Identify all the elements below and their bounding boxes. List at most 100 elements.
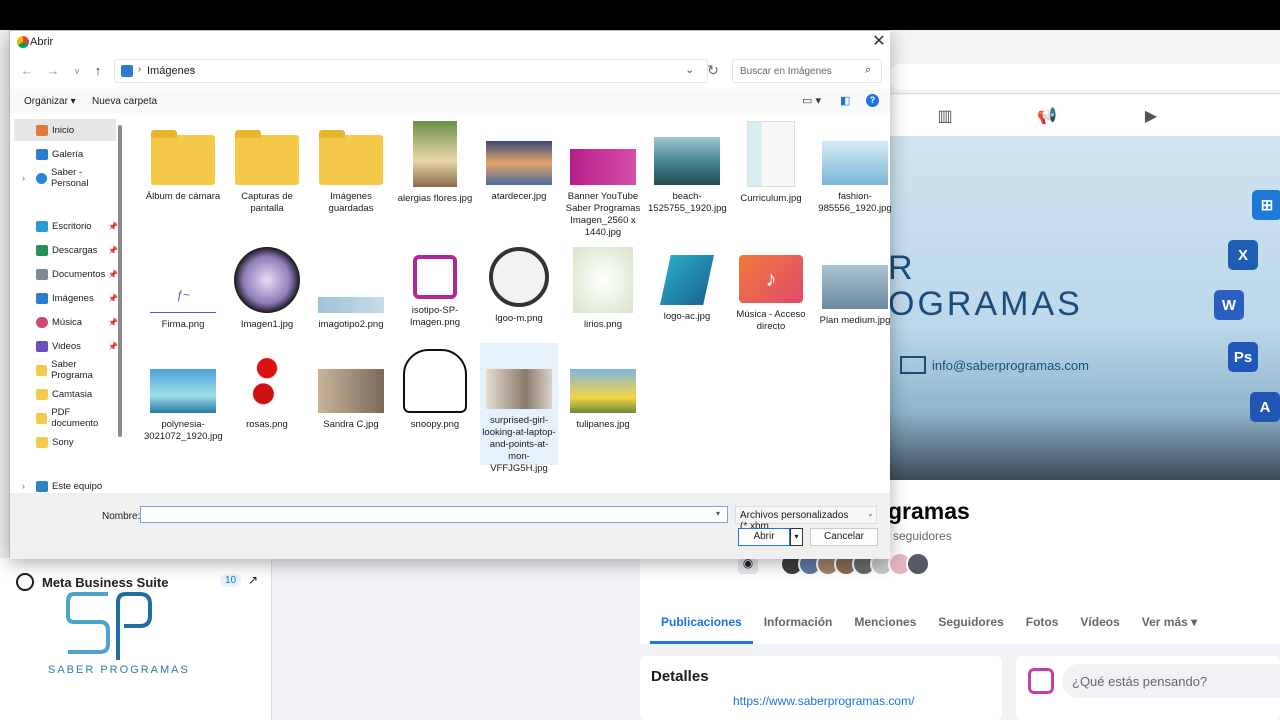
file-item[interactable]: Banner YouTube Saber Programas Imagen_25…	[564, 149, 642, 239]
facebook-top-nav: ▥ 📢 ▶	[888, 95, 1280, 137]
file-item[interactable]: logo-ac.jpg	[648, 255, 726, 323]
avatar[interactable]	[906, 552, 930, 576]
cover-line-2: OGRAMAS	[888, 285, 1083, 323]
sidebar-item-label: Videos	[52, 340, 81, 352]
tab-ver-mas[interactable]: Ver más ▾	[1131, 608, 1208, 644]
tab-videos[interactable]: Vídeos	[1069, 608, 1130, 644]
saber-programas-logo	[66, 592, 152, 660]
organize-menu[interactable]: Organizar ▾	[24, 96, 76, 107]
file-name: Álbum de cámara	[145, 191, 221, 202]
file-item[interactable]: Imágenes guardadas	[312, 125, 390, 215]
sidebar-scrollbar[interactable]	[118, 125, 122, 437]
file-item[interactable]: atardecer.jpg	[480, 141, 558, 203]
file-item[interactable]: isotipo-SP-Imagen.png	[396, 255, 474, 329]
file-item[interactable]: Curriculum.jpg	[732, 121, 810, 205]
file-item[interactable]: polynesia-3021072_1920.jpg	[144, 369, 223, 443]
file-item[interactable]: lgoo-m.png	[480, 247, 558, 325]
sidebar-item-documentos[interactable]: Documentos 📌	[14, 263, 118, 285]
recent-dropdown-icon[interactable]: ∨	[68, 62, 86, 80]
file-item[interactable]: tulipanes.jpg	[564, 369, 642, 431]
megaphone-icon[interactable]: 📢	[1036, 105, 1058, 127]
file-item[interactable]: Plan medium.jpg	[816, 265, 894, 327]
insights-icon[interactable]: ▥	[934, 105, 956, 127]
sidebar-item-saber-programa[interactable]: Saber Programa	[14, 359, 116, 381]
tab-seguidores[interactable]: Seguidores	[927, 608, 1014, 644]
website-link[interactable]: https://www.saberprogramas.com/	[733, 694, 914, 708]
organize-label: Organizar	[24, 96, 68, 107]
file-item[interactable]: beach-1525755_1920.jpg	[648, 137, 727, 215]
sidebar-item-onedrive[interactable]: › Saber - Personal	[14, 167, 116, 189]
search-box[interactable]: Buscar en Imágenes ⌕	[732, 59, 882, 83]
file-item[interactable]: imagotipo2.png	[312, 297, 390, 331]
search-placeholder: Buscar en Imágenes	[740, 66, 832, 77]
file-item[interactable]: alergias flores.jpg	[396, 121, 474, 205]
chevron-right-icon[interactable]: ›	[191, 64, 194, 75]
tab-informacion[interactable]: Información	[753, 608, 844, 644]
file-name-input[interactable]	[140, 506, 728, 523]
new-folder-button[interactable]: Nueva carpeta	[92, 96, 157, 107]
video-icon[interactable]: ▶	[1140, 105, 1162, 127]
details-title: Detalles	[651, 668, 709, 685]
page-followers[interactable]: seguidores	[893, 529, 952, 543]
signature-thumbnail: ƒ~	[150, 289, 216, 313]
tab-publicaciones[interactable]: Publicaciones	[650, 608, 753, 644]
address-bar[interactable]: › Imágenes › ⌄	[114, 59, 708, 83]
sidebar-item-pdf[interactable]: PDF documento	[14, 407, 116, 429]
file-item[interactable]: Sandra C.jpg	[312, 369, 390, 431]
search-icon[interactable]: ⌕	[865, 64, 871, 77]
chevron-right-icon[interactable]: ›	[22, 481, 25, 491]
sidebar-item-musica[interactable]: Música 📌	[14, 311, 118, 333]
sidebar-item-sony[interactable]: Sony	[14, 431, 116, 453]
file-item[interactable]: Álbum de cámara	[144, 125, 222, 203]
sidebar-item-imagenes[interactable]: Imágenes 📌	[14, 287, 118, 309]
composer-input[interactable]: ¿Qué estás pensando?	[1062, 664, 1280, 698]
word-icon-2: W	[1214, 290, 1244, 320]
forward-arrow-icon[interactable]: →	[44, 62, 62, 80]
back-arrow-icon[interactable]: ←	[18, 62, 36, 80]
up-arrow-icon[interactable]: ↑	[89, 62, 107, 80]
file-type-filter[interactable]: Archivos personalizados (*.xbm	[735, 506, 877, 532]
cover-brand-text: R OGRAMAS	[888, 250, 1083, 322]
sidebar-item-galeria[interactable]: Galería	[14, 143, 116, 165]
file-item[interactable]: snoopy.png	[396, 349, 474, 431]
folder-icon	[151, 130, 215, 185]
file-name: Imágenes guardadas	[328, 191, 374, 214]
file-item[interactable]: lirios.png	[564, 247, 642, 331]
sidebar-item-camtasia[interactable]: Camtasia	[14, 383, 116, 405]
file-item[interactable]: fashion-985556_1920.jpg	[816, 141, 894, 215]
chevron-down-icon[interactable]: ▾	[716, 509, 720, 518]
image-thumbnail	[822, 141, 888, 185]
file-item[interactable]: rosas.png	[228, 349, 306, 431]
sidebar-item-descargas[interactable]: Descargas 📌	[14, 239, 118, 261]
file-item[interactable]: ♪ Música - Acceso directo	[732, 255, 810, 333]
close-button[interactable]: ✕	[870, 32, 888, 52]
file-item[interactable]: Imagen1.jpg	[228, 247, 306, 331]
file-item[interactable]: ƒ~ Firma.png	[144, 289, 222, 331]
file-item-selected[interactable]: surprised-girl-looking-at-laptop-and-poi…	[480, 343, 558, 474]
breadcrumb-images[interactable]: Imágenes	[147, 65, 195, 77]
browser-url-field[interactable]	[888, 64, 1280, 90]
view-options-icon[interactable]: ▭ ▾	[802, 94, 821, 107]
pin-icon: 📌	[108, 341, 118, 351]
tab-fotos[interactable]: Fotos	[1015, 608, 1070, 644]
open-options-dropdown[interactable]: ▾	[790, 528, 803, 546]
chevron-right-icon[interactable]: ›	[22, 173, 25, 183]
sidebar-item-escritorio[interactable]: Escritorio 📌	[14, 215, 118, 237]
help-icon[interactable]: ?	[866, 94, 879, 107]
sidebar-item-videos[interactable]: Videos 📌	[14, 335, 118, 357]
external-arrow-icon[interactable]: ↗	[248, 573, 258, 587]
file-item[interactable]: Capturas de pantalla	[228, 125, 306, 215]
chevron-down-icon[interactable]: ⌄	[685, 63, 694, 76]
page-tabs: Publicaciones Información Menciones Segu…	[640, 608, 1280, 644]
preview-pane-icon[interactable]: ◧	[840, 94, 850, 107]
chevron-down-icon[interactable]: ⌄	[867, 509, 874, 518]
pin-icon: 📌	[108, 293, 118, 303]
details-card	[640, 656, 1002, 720]
pin-icon: 📌	[108, 221, 118, 231]
open-button[interactable]: Abrir	[738, 528, 790, 546]
cancel-button[interactable]: Cancelar	[810, 528, 878, 546]
refresh-icon[interactable]: ↻	[704, 62, 722, 79]
sidebar-item-inicio[interactable]: Inicio	[14, 119, 116, 141]
page-avatar[interactable]	[1028, 668, 1054, 694]
tab-menciones[interactable]: Menciones	[843, 608, 927, 644]
